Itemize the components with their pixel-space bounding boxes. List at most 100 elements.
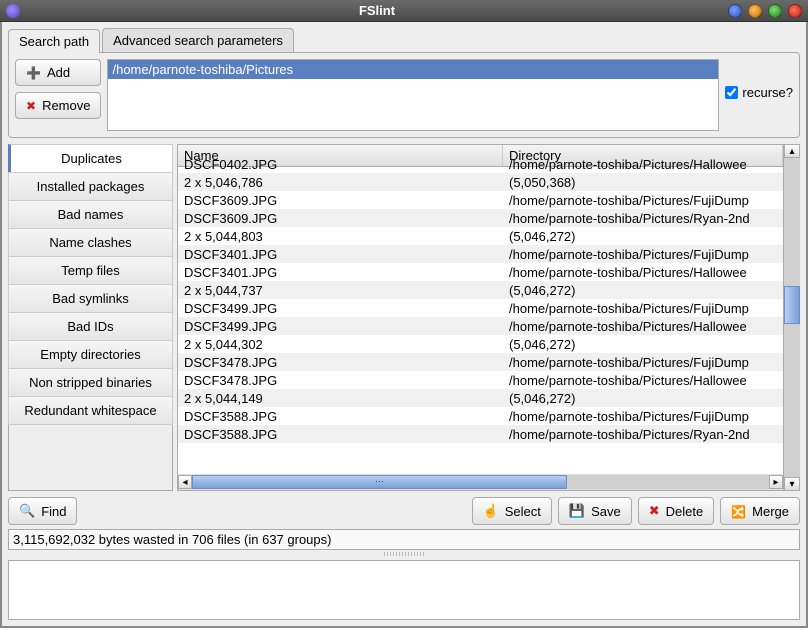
hscroll-thumb[interactable]: ⋯ — [192, 475, 567, 489]
sidebar-item-bad-symlinks[interactable]: Bad symlinks — [8, 284, 173, 313]
table-row[interactable]: DSCF3588.JPG/home/parnote-toshiba/Pictur… — [178, 407, 783, 425]
status-bar: 3,115,692,032 bytes wasted in 706 files … — [8, 529, 800, 550]
table-row[interactable]: DSCF0402.JPG/home/parnote-toshiba/Pictur… — [178, 155, 783, 173]
horizontal-scrollbar[interactable]: ◂ ⋯ ▸ — [178, 474, 783, 490]
save-icon — [569, 503, 585, 519]
remove-button[interactable]: Remove — [15, 92, 101, 119]
sidebar-item-name-clashes[interactable]: Name clashes — [8, 228, 173, 257]
scroll-right-icon[interactable]: ▸ — [769, 475, 783, 489]
scroll-up-icon[interactable]: ▴ — [784, 144, 800, 158]
table-row[interactable]: 2 x 5,044,803(5,046,272) — [178, 227, 783, 245]
cell-directory: /home/parnote-toshiba/Pictures/FujiDump — [503, 193, 783, 208]
cell-directory: /home/parnote-toshiba/Pictures/FujiDump — [503, 355, 783, 370]
delete-icon — [649, 503, 660, 519]
table-row[interactable]: 2 x 5,044,737(5,046,272) — [178, 281, 783, 299]
cell-name: DSCF3401.JPG — [178, 247, 503, 262]
delete-button[interactable]: Delete — [638, 497, 714, 525]
sidebar-item-bad-names[interactable]: Bad names — [8, 200, 173, 229]
table-row[interactable]: DSCF3609.JPG/home/parnote-toshiba/Pictur… — [178, 209, 783, 227]
recurse-checkbox[interactable]: recurse? — [725, 59, 793, 100]
cell-name: DSCF0402.JPG — [178, 157, 503, 172]
app-icon — [6, 4, 20, 18]
cell-directory: /home/parnote-toshiba/Pictures/Hallowee — [503, 319, 783, 334]
table-row[interactable]: DSCF3401.JPG/home/parnote-toshiba/Pictur… — [178, 263, 783, 281]
scroll-left-icon[interactable]: ◂ — [178, 475, 192, 489]
sidebar-item-bad-ids[interactable]: Bad IDs — [8, 312, 173, 341]
merge-icon — [731, 504, 746, 519]
add-button[interactable]: Add — [15, 59, 101, 86]
cell-name: DSCF3588.JPG — [178, 409, 503, 424]
titlebar[interactable]: FSlint — [0, 0, 808, 22]
find-button[interactable]: Find — [8, 497, 77, 525]
cell-directory: /home/parnote-toshiba/Pictures/FujiDump — [503, 409, 783, 424]
sidebar-item-installed-packages[interactable]: Installed packages — [8, 172, 173, 201]
save-button[interactable]: Save — [558, 497, 632, 525]
cell-directory: (5,046,272) — [503, 229, 783, 244]
cell-name: DSCF3401.JPG — [178, 265, 503, 280]
cell-directory: /home/parnote-toshiba/Pictures/Ryan-2nd — [503, 427, 783, 442]
sidebar-item-empty-directories[interactable]: Empty directories — [8, 340, 173, 369]
cell-directory: /home/parnote-toshiba/Pictures/Hallowee — [503, 373, 783, 388]
vertical-scrollbar[interactable]: ▴ ▾ — [784, 144, 800, 491]
table-row[interactable]: 2 x 5,046,786(5,050,368) — [178, 173, 783, 191]
save-label: Save — [591, 504, 621, 519]
shade-icon[interactable] — [768, 4, 782, 18]
cell-directory: (5,050,368) — [503, 175, 783, 190]
table-row[interactable]: DSCF3499.JPG/home/parnote-toshiba/Pictur… — [178, 299, 783, 317]
path-list[interactable]: /home/parnote-toshiba/Pictures — [107, 59, 719, 131]
maximize-icon[interactable] — [748, 4, 762, 18]
select-button[interactable]: Select — [472, 497, 552, 525]
minimize-icon[interactable] — [728, 4, 742, 18]
cell-directory: (5,046,272) — [503, 391, 783, 406]
table-row[interactable]: DSCF3478.JPG/home/parnote-toshiba/Pictur… — [178, 353, 783, 371]
cell-directory: (5,046,272) — [503, 283, 783, 298]
recurse-label: recurse? — [742, 85, 793, 100]
merge-label: Merge — [752, 504, 789, 519]
merge-button[interactable]: Merge — [720, 497, 800, 525]
sidebar-item-redundant-whitespace[interactable]: Redundant whitespace — [8, 396, 173, 425]
scroll-down-icon[interactable]: ▾ — [784, 477, 800, 491]
find-label: Find — [41, 504, 66, 519]
select-icon — [483, 503, 499, 519]
tab-advanced[interactable]: Advanced search parameters — [102, 28, 294, 52]
recurse-input[interactable] — [725, 86, 738, 99]
table-row[interactable]: DSCF3401.JPG/home/parnote-toshiba/Pictur… — [178, 245, 783, 263]
path-row[interactable]: /home/parnote-toshiba/Pictures — [108, 60, 718, 79]
cell-directory: /home/parnote-toshiba/Pictures/Hallowee — [503, 157, 783, 172]
cell-directory: /home/parnote-toshiba/Pictures/FujiDump — [503, 247, 783, 262]
cell-directory: /home/parnote-toshiba/Pictures/Ryan-2nd — [503, 211, 783, 226]
pane-grip[interactable] — [384, 552, 424, 556]
table-row[interactable]: DSCF3588.JPG/home/parnote-toshiba/Pictur… — [178, 425, 783, 443]
output-area[interactable] — [8, 560, 800, 620]
table-body[interactable]: DSCF0402.JPG/home/parnote-toshiba/Pictur… — [178, 155, 783, 474]
sidebar-item-temp-files[interactable]: Temp files — [8, 256, 173, 285]
cell-name: 2 x 5,044,149 — [178, 391, 503, 406]
close-icon[interactable] — [788, 4, 802, 18]
results-table: Name Directory DSCF0402.JPG/home/parnote… — [177, 144, 784, 491]
cell-name: DSCF3588.JPG — [178, 427, 503, 442]
table-row[interactable]: DSCF3609.JPG/home/parnote-toshiba/Pictur… — [178, 191, 783, 209]
plus-icon — [26, 65, 41, 80]
table-row[interactable]: 2 x 5,044,302(5,046,272) — [178, 335, 783, 353]
cell-name: DSCF3609.JPG — [178, 193, 503, 208]
category-sidebar: DuplicatesInstalled packagesBad namesNam… — [8, 144, 173, 491]
cell-name: DSCF3478.JPG — [178, 355, 503, 370]
cell-name: 2 x 5,044,803 — [178, 229, 503, 244]
search-path-panel: Add Remove /home/parnote-toshiba/Picture… — [8, 52, 800, 138]
cell-name: DSCF3499.JPG — [178, 301, 503, 316]
table-row[interactable]: DSCF3478.JPG/home/parnote-toshiba/Pictur… — [178, 371, 783, 389]
vscroll-thumb[interactable] — [784, 286, 800, 324]
cell-directory: (5,046,272) — [503, 337, 783, 352]
cell-name: 2 x 5,046,786 — [178, 175, 503, 190]
select-label: Select — [505, 504, 541, 519]
tab-search-path[interactable]: Search path — [8, 29, 100, 53]
cell-name: DSCF3478.JPG — [178, 373, 503, 388]
cell-name: 2 x 5,044,737 — [178, 283, 503, 298]
sidebar-item-non-stripped-binaries[interactable]: Non stripped binaries — [8, 368, 173, 397]
cell-name: 2 x 5,044,302 — [178, 337, 503, 352]
table-row[interactable]: DSCF3499.JPG/home/parnote-toshiba/Pictur… — [178, 317, 783, 335]
table-row[interactable]: 2 x 5,044,149(5,046,272) — [178, 389, 783, 407]
remove-label: Remove — [42, 98, 90, 113]
sidebar-item-duplicates[interactable]: Duplicates — [8, 144, 173, 173]
remove-icon — [26, 98, 36, 113]
